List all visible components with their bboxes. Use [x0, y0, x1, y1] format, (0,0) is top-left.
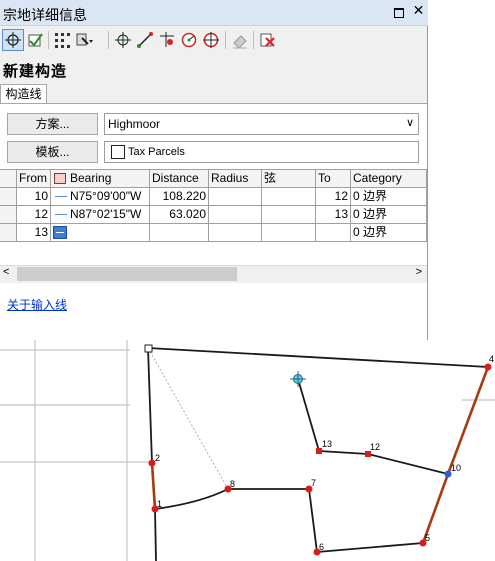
chevron-down-icon: ∨: [405, 117, 414, 129]
parcel-boundaries: [147, 347, 489, 561]
map-label: 5: [425, 533, 430, 543]
layer-swatch: [111, 145, 125, 159]
point-tool-icon[interactable]: [157, 30, 177, 50]
tools-dropdown-icon[interactable]: [74, 30, 94, 50]
check-icon[interactable]: [25, 30, 45, 50]
line-icon[interactable]: [135, 30, 155, 50]
calculator-icon: [54, 173, 66, 184]
scheme-button[interactable]: 方案...: [7, 113, 98, 135]
toolbar-separator: [225, 31, 226, 49]
cell-distance[interactable]: 108.220: [150, 188, 209, 206]
restore-button[interactable]: [394, 8, 404, 18]
cell-to[interactable]: 13: [316, 206, 351, 224]
row-header-corner: [0, 170, 17, 188]
map-label: 10: [451, 463, 461, 473]
horizontal-scrollbar[interactable]: < >: [0, 265, 427, 283]
toolbar-separator: [253, 31, 254, 49]
construction-line: [147, 347, 229, 490]
map-label: 7: [311, 478, 316, 488]
column-header-to[interactable]: To: [316, 170, 351, 188]
cell-bearing-value: N87°02'15"W: [70, 207, 142, 221]
circle-target-icon[interactable]: [201, 30, 221, 50]
map-label: 8: [230, 479, 235, 489]
select-target-icon[interactable]: [2, 29, 24, 51]
column-header-label: Bearing: [70, 171, 112, 185]
page-heading: 新建构造: [3, 63, 68, 80]
cell-radius[interactable]: [209, 224, 262, 242]
point-4: [484, 363, 492, 371]
line-type-dropdown-icon[interactable]: [53, 226, 67, 239]
template-field[interactable]: Tax Parcels: [104, 141, 419, 163]
column-header-from[interactable]: From: [17, 170, 51, 188]
cell-category[interactable]: 0 边界: [351, 224, 427, 242]
grid-points-icon[interactable]: [52, 30, 72, 50]
close-button[interactable]: ✕: [412, 2, 425, 18]
tab-construction-lines[interactable]: 构造线: [0, 84, 47, 104]
eraser-icon[interactable]: [230, 30, 250, 50]
crosshair-cursor-icon: [290, 371, 306, 387]
scheme-value: Highmoor: [108, 117, 161, 131]
point-origin: [144, 344, 153, 353]
column-header-chord[interactable]: 弦: [262, 170, 316, 188]
line-type-icon: [55, 214, 67, 215]
scheme-select[interactable]: Highmoor ∨: [104, 113, 419, 135]
column-header-category[interactable]: Category: [351, 170, 427, 188]
map-label: 4: [489, 354, 494, 364]
parcel-points: [144, 344, 492, 556]
cell-to[interactable]: [316, 224, 351, 242]
template-button[interactable]: 模板...: [7, 141, 98, 163]
cell-category[interactable]: 0 边界: [351, 188, 427, 206]
cell-radius[interactable]: [209, 188, 262, 206]
row-selector[interactable]: [0, 206, 17, 224]
toolbar-separator: [108, 31, 109, 49]
scroll-right-arrow[interactable]: >: [416, 266, 422, 278]
cell-chord[interactable]: [262, 206, 316, 224]
row-selector[interactable]: [0, 224, 17, 242]
cell-from[interactable]: 10: [17, 188, 51, 206]
about-input-lines-link[interactable]: 关于输入线: [7, 296, 67, 313]
cell-from[interactable]: 13: [17, 224, 51, 242]
map-label: 12: [370, 442, 380, 452]
template-layer-name: Tax Parcels: [128, 146, 185, 158]
background-parcel-lines: [0, 340, 495, 561]
window-title: 宗地详细信息: [3, 7, 87, 23]
circle-tool-icon[interactable]: [179, 30, 199, 50]
cell-bearing-value: N75°09'00"W: [70, 189, 142, 203]
cell-bearing[interactable]: N75°09'00"W: [51, 188, 150, 206]
column-header-radius[interactable]: Radius: [209, 170, 262, 188]
cell-radius[interactable]: [209, 206, 262, 224]
window-titlebar[interactable]: 宗地详细信息 ✕: [0, 0, 428, 26]
toolbar: [0, 27, 428, 54]
toolbar-separator: [48, 31, 49, 49]
cell-chord[interactable]: [262, 224, 316, 242]
cell-bearing[interactable]: [51, 224, 150, 242]
column-header-bearing[interactable]: Bearing: [51, 170, 150, 188]
row-selector[interactable]: [0, 188, 17, 206]
cell-to[interactable]: 12: [316, 188, 351, 206]
map-label: 2: [155, 453, 160, 463]
scroll-left-arrow[interactable]: <: [3, 266, 9, 278]
cell-chord[interactable]: [262, 188, 316, 206]
cell-from[interactable]: 12: [17, 206, 51, 224]
map-label: 13: [322, 439, 332, 449]
line-type-icon: [55, 196, 67, 197]
cell-distance[interactable]: [150, 224, 209, 242]
parcel-details-window: 宗地详细信息 ✕ 新建构造 构造线 方案... Highmoor ∨ 模板...…: [0, 0, 428, 340]
highlighted-lines: [150, 366, 490, 544]
delete-icon[interactable]: [257, 30, 277, 50]
map-label: 1: [157, 499, 162, 509]
cell-category[interactable]: 0 边界: [351, 206, 427, 224]
crosshair-icon[interactable]: [113, 30, 133, 50]
column-header-distance[interactable]: Distance: [150, 170, 209, 188]
cell-distance[interactable]: 63.020: [150, 206, 209, 224]
scroll-thumb[interactable]: [17, 267, 237, 281]
cell-bearing[interactable]: N87°02'15"W: [51, 206, 150, 224]
map-label: 6: [319, 542, 324, 552]
